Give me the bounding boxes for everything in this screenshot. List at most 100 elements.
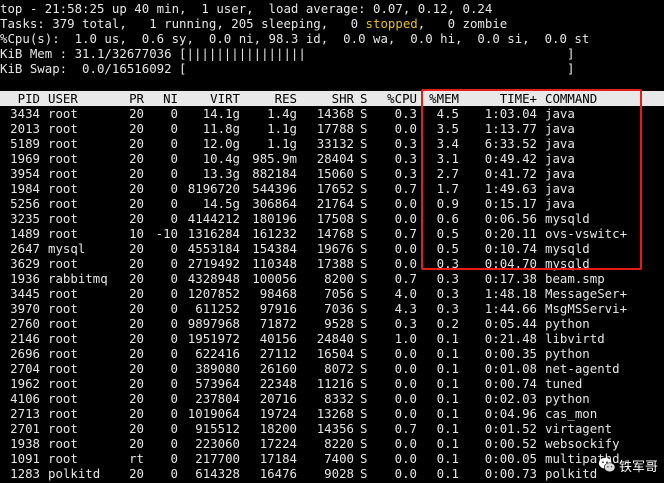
cell-ni: 0 bbox=[170, 106, 178, 121]
cell-time: 0:00.05 bbox=[484, 451, 537, 466]
cell-ni: -10 bbox=[155, 226, 178, 241]
cell-ni: 0 bbox=[170, 391, 178, 406]
cell-mem: 0.3 bbox=[436, 286, 459, 301]
process-row[interactable]: 1091 root rt 0 217700 17184 7400 S 0.0 0.1 0:00.05… bbox=[0, 451, 664, 466]
cell-s: S bbox=[360, 136, 368, 151]
cell-virt: 4553184 bbox=[187, 241, 240, 256]
cell-s: S bbox=[360, 361, 368, 376]
col-res[interactable]: RES bbox=[244, 91, 297, 106]
cell-time: 1:03.04 bbox=[484, 106, 537, 121]
process-row[interactable]: 2013 root 20 0 11.8g 1.1g 17788 S 0.0 3.5 1:13.77 j… bbox=[0, 121, 664, 136]
cell-s: S bbox=[360, 421, 368, 436]
process-row[interactable]: 1936 rabbitmq 20 0 4328948 100056 8200 S 0.7 0.3 0… bbox=[0, 271, 664, 286]
process-table-header: PID USER PR NI VIRT RES SHR S %CPU %MEM … bbox=[0, 91, 664, 106]
col-time[interactable]: TIME+ bbox=[463, 91, 537, 106]
col-pr[interactable]: PR bbox=[120, 91, 144, 106]
col-shr[interactable]: SHR bbox=[301, 91, 354, 106]
cell-virt: 622416 bbox=[195, 346, 240, 361]
cell-user: root bbox=[48, 391, 78, 406]
cell-shr: 17788 bbox=[316, 121, 354, 136]
cell-user: root bbox=[48, 166, 78, 181]
process-row[interactable]: 3954 root 20 0 13.3g 882184 15060 S 0.3 2.7 0:41.7… bbox=[0, 166, 664, 181]
cell-res: 110348 bbox=[252, 256, 297, 271]
process-row[interactable]: 4106 root 20 0 237804 20716 8332 S 0.0 0.1 0:02.03… bbox=[0, 391, 664, 406]
cell-mem: 0.1 bbox=[436, 406, 459, 421]
cell-pr: 20 bbox=[129, 286, 144, 301]
cell-res: 98468 bbox=[259, 286, 297, 301]
cell-mem: 0.1 bbox=[436, 331, 459, 346]
cell-time: 0:10.74 bbox=[484, 241, 537, 256]
process-row[interactable]: 2146 root 20 0 1951972 40156 24840 S 1.0 0.1 0:21.… bbox=[0, 331, 664, 346]
process-row[interactable]: 5189 root 20 0 12.0g 1.1g 33132 S 0.3 3.4 6:33.52 j… bbox=[0, 136, 664, 151]
cell-shr: 13268 bbox=[316, 406, 354, 421]
process-row[interactable]: 2647 mysql 20 0 4553184 154384 19676 S 0.0 0.5 0:1… bbox=[0, 241, 664, 256]
cell-mem: 1.7 bbox=[436, 181, 459, 196]
cell-ni: 0 bbox=[170, 376, 178, 391]
cell-time: 1:49.63 bbox=[484, 181, 537, 196]
cell-command: MessageSer+ bbox=[545, 286, 628, 301]
cell-res: 19724 bbox=[259, 406, 297, 421]
col-virt[interactable]: VIRT bbox=[182, 91, 240, 106]
col-state[interactable]: S bbox=[360, 91, 367, 106]
col-cpu[interactable]: %CPU bbox=[371, 91, 417, 106]
process-row[interactable]: 2760 root 20 0 9897968 71872 9528 S 0.3 0.2 0:05.4… bbox=[0, 316, 664, 331]
cell-s: S bbox=[360, 331, 368, 346]
process-row[interactable]: 2704 root 20 0 389080 26160 8072 S 0.0 0.1 0:01.08… bbox=[0, 361, 664, 376]
col-user[interactable]: USER bbox=[48, 91, 78, 106]
col-mem[interactable]: %MEM bbox=[421, 91, 459, 106]
cell-mem: 0.1 bbox=[436, 376, 459, 391]
cell-pr: 20 bbox=[129, 136, 144, 151]
cell-pid: 2760 bbox=[10, 316, 40, 331]
cell-s: S bbox=[360, 151, 368, 166]
col-command[interactable]: COMMAND bbox=[545, 91, 597, 106]
cell-user: root bbox=[48, 346, 78, 361]
process-row[interactable]: 1489 root 10 -10 1316284 161232 14768 S 0.7 0.5 0:… bbox=[0, 226, 664, 241]
cell-cpu: 0.3 bbox=[394, 151, 417, 166]
process-row[interactable]: 3445 root 20 0 1207852 98468 7056 S 4.0 0.3 1:48.1… bbox=[0, 286, 664, 301]
cell-virt: 4144212 bbox=[187, 211, 240, 226]
process-row[interactable]: 3434 root 20 0 14.1g 1.4g 14368 S 0.3 4.5 1:03.04 j… bbox=[0, 106, 664, 121]
cell-command: mysqld bbox=[545, 241, 590, 256]
cell-ni: 0 bbox=[170, 466, 178, 481]
col-pid[interactable]: PID bbox=[0, 91, 40, 106]
terminal-window[interactable]: top - 21:58:25 up 40 min, 1 user, load a… bbox=[0, 0, 664, 483]
cell-s: S bbox=[360, 301, 368, 316]
cell-shr: 8220 bbox=[324, 436, 354, 451]
process-row[interactable]: 1283 polkitd 20 0 614328 16476 9028 S 0.0 0.1 0:00… bbox=[0, 466, 664, 481]
cell-pr: 20 bbox=[129, 256, 144, 271]
cell-ni: 0 bbox=[170, 271, 178, 286]
cell-cpu: 0.0 bbox=[394, 346, 417, 361]
cell-user: root bbox=[48, 121, 78, 136]
cell-pr: 20 bbox=[129, 181, 144, 196]
cell-time: 0:02.03 bbox=[484, 391, 537, 406]
process-row[interactable]: 1938 root 20 0 223060 17224 8220 S 0.0 0.1 0:00.52… bbox=[0, 436, 664, 451]
cell-ni: 0 bbox=[170, 406, 178, 421]
cell-user: root bbox=[48, 256, 78, 271]
process-row[interactable]: 2713 root 20 0 1019064 19724 13268 S 0.0 0.1 0:04.… bbox=[0, 406, 664, 421]
cell-mem: 0.1 bbox=[436, 361, 459, 376]
cell-pid: 3970 bbox=[10, 301, 40, 316]
cell-pid: 3629 bbox=[10, 256, 40, 271]
cell-s: S bbox=[360, 256, 368, 271]
cell-time: 0:00.74 bbox=[484, 376, 537, 391]
cell-time: 0:01.52 bbox=[484, 421, 537, 436]
cell-cpu: 0.0 bbox=[394, 376, 417, 391]
process-row[interactable]: 2696 root 20 0 622416 27112 16504 S 0.0 0.1 0:00.3… bbox=[0, 346, 664, 361]
process-row[interactable]: 1969 root 20 0 10.4g 985.9m 28404 S 0.3 3.1 0:49.4… bbox=[0, 151, 664, 166]
cell-user: root bbox=[48, 376, 78, 391]
cell-ni: 0 bbox=[170, 331, 178, 346]
cell-cpu: 4.0 bbox=[394, 286, 417, 301]
process-row[interactable]: 3970 root 20 0 611252 97916 7036 S 4.3 0.3 1:44.66… bbox=[0, 301, 664, 316]
cell-pid: 2146 bbox=[10, 331, 40, 346]
cell-pid: 3954 bbox=[10, 166, 40, 181]
process-row[interactable]: 2701 root 20 0 915512 18200 14356 S 0.7 0.1 0:01.5… bbox=[0, 421, 664, 436]
process-row[interactable]: 5256 root 20 0 14.5g 306864 21764 S 0.0 0.9 0:15.1… bbox=[0, 196, 664, 211]
process-row[interactable]: 3235 root 20 0 4144212 180196 17508 S 0.0 0.6 0:06… bbox=[0, 211, 664, 226]
cell-virt: 1019064 bbox=[187, 406, 240, 421]
process-row[interactable]: 1984 root 20 0 8196720 544396 17652 S 0.7 1.7 1:49… bbox=[0, 181, 664, 196]
cell-mem: 2.7 bbox=[436, 166, 459, 181]
col-ni[interactable]: NI bbox=[148, 91, 178, 106]
process-row[interactable]: 1962 root 20 0 573964 22348 11216 S 0.0 0.1 0:00.7… bbox=[0, 376, 664, 391]
cell-cpu: 0.3 bbox=[394, 136, 417, 151]
process-row[interactable]: 3629 root 20 0 2719492 110348 17388 S 0.0 0.3 0:04… bbox=[0, 256, 664, 271]
